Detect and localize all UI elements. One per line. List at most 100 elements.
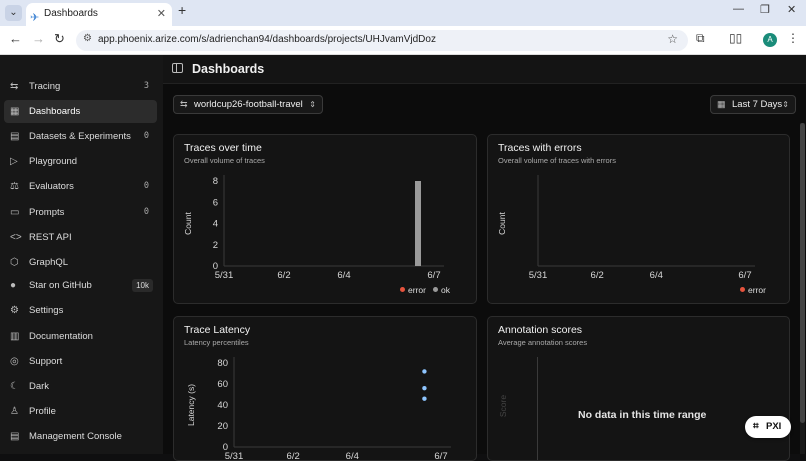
sidebar-item-label: Playground <box>29 156 78 167</box>
browser-menu-icon[interactable]: ⋮ <box>787 31 799 45</box>
y-tick-label: 40 <box>217 400 228 411</box>
sidebar-item-documentation[interactable]: ▥ Documentation <box>4 325 157 348</box>
x-tick-label: 6/2 <box>591 270 604 281</box>
y-tick-label: 6 <box>213 197 218 208</box>
browser-tab-strip: ⌄ ✈ Dashboards ✕ + — ❐ ✕ <box>0 0 806 26</box>
legend-error-label: error <box>748 285 766 295</box>
x-tick-label: 6/2 <box>287 451 300 461</box>
sidebar-item-label: Profile <box>29 406 56 417</box>
x-tick-label: 6/4 <box>346 451 359 461</box>
sidebar-item-label: Star on GitHub <box>29 280 92 291</box>
sidebar-item-label: Management Console <box>29 431 122 442</box>
maximize-icon[interactable]: ❐ <box>760 3 770 16</box>
sidebar-item-label: Dashboards <box>29 106 81 117</box>
sidebar-item-tracing[interactable]: ⇆ Tracing 3 <box>4 75 157 98</box>
x-tick-label: 5/31 <box>529 270 548 281</box>
tab-title: Dashboards <box>44 8 98 19</box>
browser-tab[interactable]: ✈ Dashboards ✕ <box>26 3 172 26</box>
sidebar-item-settings[interactable]: ⚙ Settings <box>4 299 157 322</box>
back-icon[interactable]: ← <box>9 31 22 46</box>
sidebar-item-theme[interactable]: ☾ Dark <box>4 375 157 398</box>
main-content: Dashboards ⇆ worldcup26-football-travel … <box>163 55 806 461</box>
sidebar-item-label: REST API <box>29 232 72 243</box>
close-window-icon[interactable]: ✕ <box>787 3 796 16</box>
latency-point <box>422 369 427 374</box>
y-tick-label: 8 <box>213 176 218 187</box>
address-bar[interactable]: ⚙ app.phoenix.arize.com/s/adrienchan94/d… <box>76 30 688 51</box>
minimize-icon[interactable]: — <box>733 3 744 15</box>
sidebar-item-playground[interactable]: ▷ Playground <box>4 150 157 173</box>
page-header: Dashboards <box>163 55 806 84</box>
legend-error-label: error <box>408 285 426 295</box>
gear-icon: ⚙ <box>10 305 19 316</box>
sidebar-item-evaluators[interactable]: ⚖ Evaluators 0 <box>4 175 157 198</box>
new-tab-button[interactable]: + <box>178 2 186 18</box>
y-tick-label: 2 <box>213 240 218 251</box>
sidebar-item-rest-api[interactable]: <> REST API <box>4 226 157 249</box>
site-info-icon[interactable]: ⚙ <box>83 33 92 44</box>
sidebar-item-count: 3 <box>143 81 149 91</box>
project-icon: ⇆ <box>180 99 188 109</box>
user-icon: ♙ <box>10 406 19 417</box>
sidebar-item-dashboards[interactable]: ▦ Dashboards <box>4 100 157 123</box>
book-icon: ▥ <box>10 331 20 342</box>
traces-over-time-card: Traces over time Overall volume of trace… <box>173 134 477 304</box>
legend-error-dot <box>400 287 405 292</box>
profile-avatar[interactable]: A <box>763 33 777 47</box>
x-tick-label: 6/4 <box>337 270 350 281</box>
card-title: Annotation scores <box>498 324 583 336</box>
sidebar-item-github[interactable]: ● Star on GitHub 10k <box>4 274 157 297</box>
latency-point <box>422 396 427 401</box>
legend-ok-label: ok <box>441 285 451 295</box>
y-tick-label: 20 <box>217 421 228 432</box>
chart-legend: error ok <box>400 285 450 295</box>
x-tick-label: 6/7 <box>427 270 440 281</box>
github-stars-badge: 10k <box>132 279 153 292</box>
sidebar-item-graphql[interactable]: ⬡ GraphQL <box>4 251 157 274</box>
sidebar-item-count: 0 <box>143 207 149 217</box>
code-icon: <> <box>10 232 22 243</box>
sidebar-item-label: Datasets & Experiments <box>29 131 131 142</box>
sidebar-item-datasets[interactable]: ▤ Datasets & Experiments 0 <box>4 125 157 148</box>
date-range-selector[interactable]: ▦ Last 7 Days ⇕ <box>710 95 796 114</box>
sidebar-item-profile[interactable]: ♙ Profile <box>4 400 157 423</box>
extensions-icon[interactable]: ⧉ <box>696 31 705 46</box>
card-subtitle: Average annotation scores <box>498 338 588 347</box>
y-tick-label: 0 <box>213 261 218 272</box>
latency-point <box>422 386 427 391</box>
sidebar-item-prompts[interactable]: ▭ Prompts 0 <box>4 201 157 224</box>
grid-icon: ▦ <box>10 106 20 117</box>
sidebar-item-management-console[interactable]: ▤ Management Console <box>4 425 157 448</box>
tracing-icon: ⇆ <box>10 81 19 92</box>
reading-list-icon[interactable]: ▯▯ <box>729 31 742 45</box>
url-text[interactable]: app.phoenix.arize.com/s/adrienchan94/das… <box>98 34 436 45</box>
sidebar-item-label: Prompts <box>29 207 65 218</box>
scrollbar-thumb[interactable] <box>800 123 805 423</box>
page-title: Dashboards <box>192 62 265 76</box>
reload-icon[interactable]: ↻ <box>54 31 65 47</box>
support-icon: ◎ <box>10 356 19 367</box>
scale-icon: ⚖ <box>10 181 19 192</box>
sidebar-item-label: Settings <box>29 305 64 316</box>
traces-over-time-svg: 5/31 6/2 6/4 6/702468Count <box>183 175 444 281</box>
x-tick-label: 6/2 <box>277 270 290 281</box>
close-tab-icon[interactable]: ✕ <box>157 3 166 25</box>
sidebar-item-label: Tracing <box>29 81 61 92</box>
project-selector[interactable]: ⇆ worldcup26-football-travel ⇕ <box>173 95 323 114</box>
bookmark-star-icon[interactable]: ☆ <box>667 32 678 46</box>
sidebar-item-count: 0 <box>143 181 149 191</box>
pxi-label: PXI <box>766 421 782 432</box>
forward-icon[interactable]: → <box>32 31 45 46</box>
y-axis-label: Count <box>497 212 507 235</box>
sidebar-item-count: 0 <box>143 131 149 141</box>
tab-search-button[interactable]: ⌄ <box>5 5 22 21</box>
ok-bar <box>415 181 421 266</box>
y-tick-label: 80 <box>217 358 228 369</box>
legend-ok-dot <box>433 287 439 292</box>
moon-icon: ☾ <box>10 381 19 392</box>
pxi-assistant-button[interactable]: ⌗ PXI <box>745 416 791 438</box>
toggle-sidebar-icon[interactable] <box>172 63 183 73</box>
sidebar-item-support[interactable]: ◎ Support <box>4 350 157 373</box>
date-range-label: Last 7 Days <box>732 99 783 110</box>
sidebar: ⇆ Tracing 3 ▦ Dashboards ▤ Datasets & Ex… <box>0 55 163 454</box>
